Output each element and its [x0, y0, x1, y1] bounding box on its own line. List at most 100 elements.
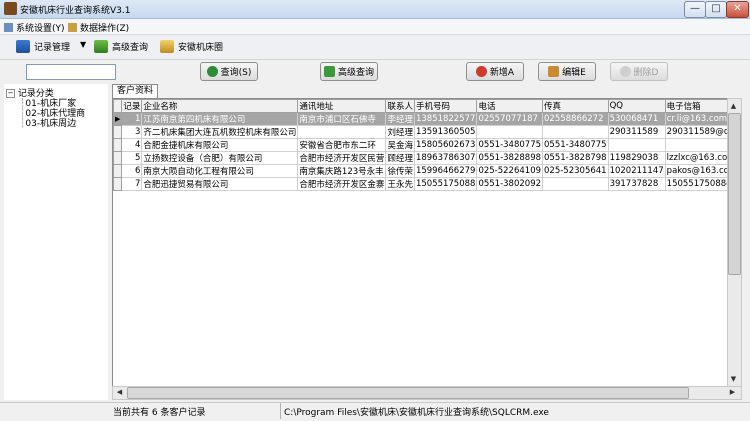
- scroll-right-arrow[interactable]: ▶: [727, 386, 738, 398]
- records-management-button[interactable]: 记录管理: [16, 40, 70, 53]
- toolbar-advanced-query-button[interactable]: 高级查询: [94, 40, 148, 53]
- column-header[interactable]: 联系人: [385, 99, 415, 113]
- table-cell[interactable]: 南京市浦口区石佛寺: [297, 112, 387, 126]
- delete-button[interactable]: 删除D: [610, 62, 668, 81]
- tab-customer-info[interactable]: 客户资料: [112, 84, 159, 98]
- table-row[interactable]: 6 南京大陨自动化工程有限公司 南京集庆路123号永丰 徐传荣 15996466279 0…: [113, 164, 728, 178]
- edit-button[interactable]: 编辑E: [538, 62, 596, 81]
- tree-item-peripherals[interactable]: ┆03-机床周边: [20, 116, 76, 129]
- table-cell[interactable]: 立扬数控设备（合肥）有限公司: [141, 151, 299, 165]
- column-header[interactable]: QQ: [607, 99, 666, 113]
- table-cell[interactable]: 0551-3802092: [476, 177, 544, 191]
- table-cell[interactable]: 0551-3828798: [542, 151, 609, 165]
- table-cell[interactable]: 齐二机床集团大连瓦机数控机床有限公司: [141, 125, 299, 139]
- table-cell[interactable]: 15055175088: [413, 177, 478, 191]
- table-cell[interactable]: [607, 138, 666, 152]
- column-header[interactable]: 电话: [476, 99, 544, 113]
- app-icon[interactable]: [4, 2, 17, 15]
- maximize-button[interactable]: □: [705, 1, 727, 18]
- table-cell[interactable]: 18963786307: [413, 151, 478, 165]
- column-header[interactable]: 记录: [121, 99, 143, 113]
- scroll-down-arrow[interactable]: ▼: [728, 373, 739, 385]
- table-cell[interactable]: 江苏南京第四机床有限公司: [141, 112, 299, 126]
- table-cell[interactable]: 02558866272: [542, 112, 609, 126]
- scroll-left-arrow[interactable]: ◀: [114, 386, 125, 398]
- table-cell[interactable]: 530068471: [607, 112, 666, 126]
- column-header[interactable]: 手机号码: [413, 99, 478, 113]
- filter-input[interactable]: [26, 64, 116, 80]
- table-cell[interactable]: cr.li@163.com: [664, 112, 728, 126]
- table-cell[interactable]: 0551-3828898: [476, 151, 544, 165]
- table-cell[interactable]: 0551-3480775: [476, 138, 544, 152]
- column-header[interactable]: 企业名称: [141, 99, 299, 113]
- row-indicator[interactable]: [113, 164, 123, 178]
- table-cell[interactable]: 0551-3480775: [542, 138, 609, 152]
- row-indicator[interactable]: [113, 177, 123, 191]
- table-row[interactable]: 4 合肥金捷机床有限公司 安徽省合肥市东二环 吴金海 15805602673 0551-3…: [113, 138, 728, 152]
- row-indicator[interactable]: [113, 138, 123, 152]
- table-row[interactable]: ▶ 1 江苏南京第四机床有限公司 南京市浦口区石佛寺 李经理 13851822577 025…: [113, 112, 728, 126]
- close-button[interactable]: ✕: [726, 1, 749, 18]
- table-cell[interactable]: 391737828: [607, 177, 666, 191]
- menu-system-settings[interactable]: 系统设置(Y): [4, 21, 65, 34]
- scroll-up-arrow[interactable]: ▲: [728, 100, 739, 112]
- table-cell[interactable]: pakos@163.com: [664, 164, 728, 178]
- table-cell[interactable]: 7: [121, 177, 143, 191]
- table-cell[interactable]: 刘经理: [385, 125, 415, 139]
- table-cell[interactable]: 025-52264109: [476, 164, 544, 178]
- column-header[interactable]: 传真: [542, 99, 609, 113]
- table-cell[interactable]: 13591360505: [413, 125, 478, 139]
- table-cell[interactable]: 15996466279: [413, 164, 478, 178]
- collapse-icon[interactable]: −: [6, 89, 15, 98]
- minimize-button[interactable]: —: [684, 1, 706, 18]
- records-dropdown-arrow[interactable]: ▼: [80, 40, 86, 49]
- query-button[interactable]: 查询(S): [200, 62, 258, 81]
- row-indicator[interactable]: ▶: [113, 112, 123, 126]
- horizontal-scroll-thumb[interactable]: [127, 387, 689, 399]
- table-cell[interactable]: 025-52305641: [542, 164, 609, 178]
- table-cell[interactable]: 合肥市经济开发区民营: [297, 151, 387, 165]
- table-cell[interactable]: 6: [121, 164, 143, 178]
- menu-data-operations[interactable]: 数据操作(Z): [68, 21, 129, 34]
- table-cell[interactable]: 5: [121, 151, 143, 165]
- row-indicator[interactable]: [113, 125, 123, 139]
- table-cell[interactable]: [476, 125, 544, 139]
- advanced-query-button[interactable]: 高级查询: [320, 62, 378, 81]
- table-cell[interactable]: 王永先: [385, 177, 415, 191]
- table-cell[interactable]: 02557077187: [476, 112, 544, 126]
- table-cell[interactable]: 15055175088@139.com: [664, 177, 728, 191]
- table-cell[interactable]: 13851822577: [413, 112, 478, 126]
- customer-grid[interactable]: 记录 企业名称 通讯地址 联系人 手机号码 电话 传真 QQ 电子信箱 ▶ 1 江苏…: [112, 98, 729, 388]
- table-cell[interactable]: 290311589: [607, 125, 666, 139]
- table-cell[interactable]: 顾经理: [385, 151, 415, 165]
- table-cell[interactable]: 合肥迅捷贸易有限公司: [141, 177, 299, 191]
- table-cell[interactable]: 合肥金捷机床有限公司: [141, 138, 299, 152]
- table-cell[interactable]: [297, 125, 387, 139]
- table-cell[interactable]: [542, 125, 609, 139]
- table-cell[interactable]: lzzlxc@163.com: [664, 151, 728, 165]
- table-cell[interactable]: 290311589@qq.com: [664, 125, 728, 139]
- table-cell[interactable]: 南京集庆路123号永丰: [297, 164, 387, 178]
- column-header[interactable]: 通讯地址: [297, 99, 387, 113]
- table-cell[interactable]: 李经理: [385, 112, 415, 126]
- vertical-scroll-thumb[interactable]: [728, 113, 741, 275]
- table-cell[interactable]: 1020211147: [607, 164, 666, 178]
- table-cell[interactable]: 119829038: [607, 151, 666, 165]
- table-row[interactable]: 5 立扬数控设备（合肥）有限公司 合肥市经济开发区民营 顾经理 18963786307 0…: [113, 151, 728, 165]
- column-header[interactable]: 电子信箱: [664, 99, 728, 113]
- table-cell[interactable]: 徐传荣: [385, 164, 415, 178]
- table-cell[interactable]: 合肥市经济开发区金寨: [297, 177, 387, 191]
- add-button[interactable]: 新增A: [466, 62, 524, 81]
- table-cell[interactable]: 南京大陨自动化工程有限公司: [141, 164, 299, 178]
- table-row[interactable]: 7 合肥迅捷贸易有限公司 合肥市经济开发区金寨 王永先 15055175088 0551-…: [113, 177, 728, 191]
- table-row[interactable]: 3 齐二机床集团大连瓦机数控机床有限公司 刘经理 13591360505 2903115…: [113, 125, 728, 139]
- anhui-machine-circle-button[interactable]: 安徽机床圈: [160, 40, 223, 53]
- table-cell[interactable]: 3: [121, 125, 143, 139]
- table-cell[interactable]: [664, 138, 728, 152]
- table-cell[interactable]: 1: [121, 112, 143, 126]
- table-cell[interactable]: 4: [121, 138, 143, 152]
- row-indicator[interactable]: [113, 151, 123, 165]
- table-cell[interactable]: 吴金海: [385, 138, 415, 152]
- table-cell[interactable]: 15805602673: [413, 138, 478, 152]
- table-cell[interactable]: 安徽省合肥市东二环: [297, 138, 387, 152]
